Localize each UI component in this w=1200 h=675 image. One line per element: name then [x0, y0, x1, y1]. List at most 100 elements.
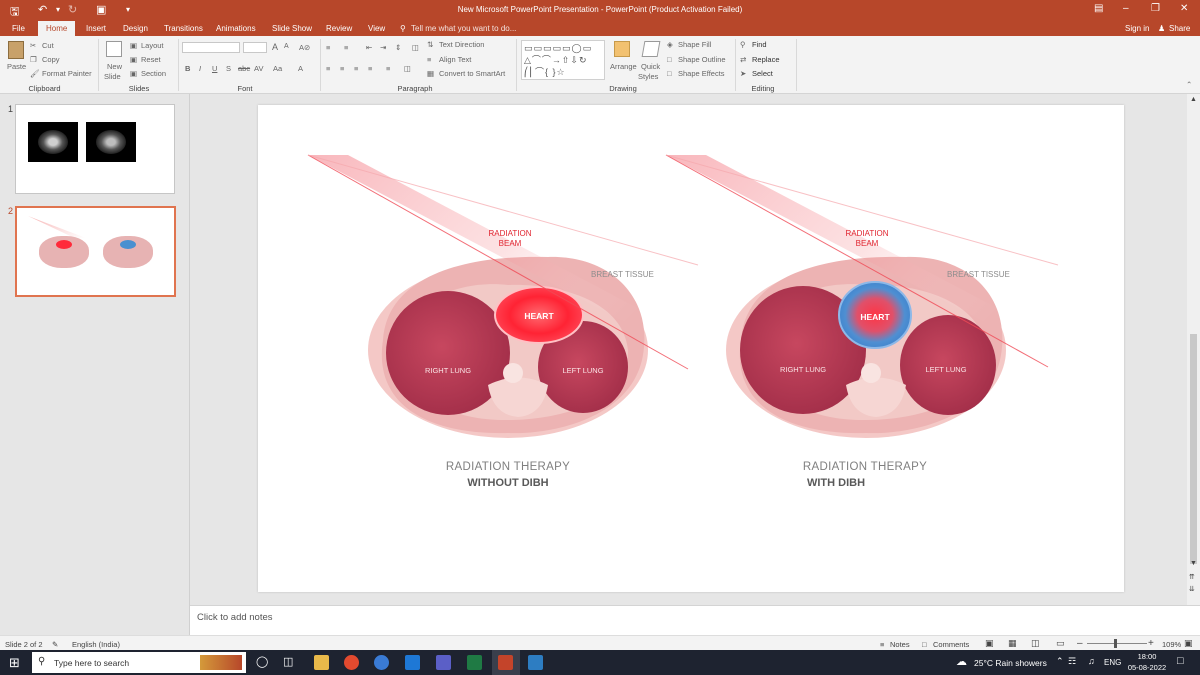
clock-date[interactable]: 05-08-2022 [1127, 663, 1167, 672]
arrange-icon[interactable] [614, 41, 630, 57]
distributed-icon[interactable]: ≡ [386, 64, 390, 73]
shape-effects-button[interactable]: Shape Effects [678, 69, 725, 78]
slide-thumbnail-1[interactable] [15, 104, 175, 194]
browser-icon[interactable] [374, 655, 389, 670]
smartart-icon[interactable]: ▦ [427, 69, 434, 78]
slide-thumbnail-2[interactable] [15, 206, 176, 297]
reset-icon[interactable]: ▣ [130, 55, 137, 64]
scroll-down-icon[interactable]: ▼ [1190, 560, 1197, 567]
select-button[interactable]: Select [752, 69, 773, 78]
weather-text[interactable]: 25°C Rain showers [974, 658, 1047, 668]
network-icon[interactable]: ☶ [1068, 656, 1076, 667]
task-view-icon[interactable]: ◫ [283, 655, 293, 668]
shape-fill-button[interactable]: Shape Fill [678, 40, 711, 49]
tab-file[interactable]: File [12, 24, 25, 33]
replace-button[interactable]: Replace [752, 55, 780, 64]
arrange-button[interactable]: Arrange [610, 62, 637, 71]
align-text-icon[interactable]: ≡ [427, 55, 431, 64]
quick-styles-label-2[interactable]: Styles [638, 72, 658, 81]
sign-in-link[interactable]: Sign in [1125, 24, 1149, 33]
quick-styles-label-1[interactable]: Quick [641, 62, 660, 71]
paste-button[interactable]: Paste [7, 62, 26, 71]
notes-placeholder[interactable]: Click to add notes [197, 612, 273, 623]
teams-icon[interactable] [436, 655, 451, 670]
notes-pane[interactable]: Click to add notes [190, 605, 1200, 635]
new-slide-icon[interactable] [106, 41, 122, 57]
text-direction-icon[interactable]: ⇅ [427, 40, 433, 49]
align-center-icon[interactable]: ≡ [340, 64, 344, 73]
cut-button[interactable]: Cut [42, 41, 54, 50]
photos-icon[interactable] [528, 655, 543, 670]
select-icon[interactable]: ➤ [740, 69, 746, 78]
tab-animations[interactable]: Animations [216, 24, 256, 33]
align-left-icon[interactable]: ≡ [326, 64, 330, 73]
text-direction-button[interactable]: Text Direction [439, 40, 484, 49]
tab-design[interactable]: Design [123, 24, 148, 33]
shape-effects-icon[interactable]: □ [667, 69, 672, 78]
scrollbar-thumb[interactable] [1190, 334, 1197, 564]
slideshow-icon[interactable]: ▭ [1056, 638, 1065, 649]
shapes-gallery[interactable]: ▭▭▭▭▭◯▭ △⌒⌒→⇧⇩↻ ⎛⎜⌒{ }☆ [521, 40, 605, 80]
line-spacing-icon[interactable]: ⇕ [395, 43, 401, 52]
change-case-icon[interactable]: Aa [273, 64, 282, 73]
new-slide-label-2[interactable]: Slide [104, 72, 121, 81]
columns-icon[interactable]: ◫ [412, 43, 419, 52]
layout-icon[interactable]: ▣ [130, 41, 137, 50]
input-language[interactable]: ENG [1104, 658, 1121, 667]
shadow-icon[interactable]: S [226, 64, 231, 73]
section-button[interactable]: Section [141, 69, 166, 78]
zoom-slider[interactable] [1087, 643, 1147, 644]
comments-button[interactable]: Comments [933, 640, 969, 649]
powerpoint-taskbar-active[interactable] [492, 650, 520, 675]
zoom-out-icon[interactable]: – [1077, 638, 1083, 649]
strikethrough-icon[interactable]: abc [238, 64, 250, 73]
copy-button[interactable]: Copy [42, 55, 60, 64]
scroll-up-icon[interactable]: ▲ [1190, 96, 1197, 103]
excel-icon[interactable] [467, 655, 482, 670]
chrome-icon[interactable] [344, 655, 359, 670]
numbering-icon[interactable]: ≡ [344, 43, 348, 52]
shape-outline-icon[interactable]: □ [667, 55, 672, 64]
close-icon[interactable]: ✕ [1180, 3, 1188, 14]
font-size-input[interactable] [243, 42, 267, 53]
ribbon-display-options-icon[interactable]: ▤ [1094, 3, 1103, 14]
slide-sorter-icon[interactable]: ▦ [1008, 638, 1017, 649]
tab-transitions[interactable]: Transitions [164, 24, 203, 33]
collapse-ribbon-icon[interactable]: ⌃ [1186, 80, 1192, 89]
find-button[interactable]: Find [752, 40, 767, 49]
copy-icon[interactable]: ❐ [30, 55, 37, 64]
decrease-font-icon[interactable]: A [284, 43, 289, 50]
clear-formatting-icon[interactable]: A⊘ [299, 43, 310, 52]
shape-outline-button[interactable]: Shape Outline [678, 55, 726, 64]
comments-icon[interactable]: □ [922, 640, 927, 649]
weather-icon[interactable]: ☁ [956, 655, 967, 668]
spell-check-icon[interactable]: ✎ [52, 640, 58, 649]
restore-icon[interactable]: ❐ [1151, 3, 1160, 14]
font-name-input[interactable] [182, 42, 240, 53]
zoom-level[interactable]: 109% [1162, 640, 1181, 649]
increase-indent-icon[interactable]: ⇥ [380, 43, 386, 52]
cut-icon[interactable]: ✂ [30, 41, 36, 50]
tab-view[interactable]: View [368, 24, 385, 33]
normal-view-icon[interactable]: ▣ [985, 638, 994, 649]
system-tray-chevron-icon[interactable]: ⌃ [1056, 656, 1064, 667]
underline-icon[interactable]: U [212, 64, 217, 73]
italic-icon[interactable]: I [199, 64, 201, 73]
clock-time[interactable]: 18:00 [1131, 652, 1163, 661]
columns-toggle-icon[interactable]: ◫ [404, 64, 411, 73]
format-painter-icon[interactable]: 🖌 [30, 69, 40, 78]
share-button[interactable]: Share [1169, 24, 1190, 33]
notification-center-icon[interactable]: □ [1177, 655, 1184, 667]
bold-icon[interactable]: B [185, 64, 190, 73]
convert-smartart-button[interactable]: Convert to SmartArt [439, 69, 505, 78]
quick-styles-icon[interactable] [641, 41, 661, 57]
previous-slide-icon[interactable]: ⇈ [1189, 573, 1195, 581]
format-painter-button[interactable]: Format Painter [42, 69, 92, 78]
tab-slide-show[interactable]: Slide Show [272, 24, 312, 33]
shape-fill-icon[interactable]: ◈ [667, 40, 673, 49]
tell-me-box[interactable]: Tell me what you want to do... [411, 24, 516, 33]
zoom-slider-thumb[interactable] [1114, 639, 1117, 648]
paste-icon[interactable] [8, 41, 24, 59]
windows-start-icon[interactable]: ⊞ [9, 655, 20, 671]
share-icon[interactable]: ♟ [1158, 24, 1165, 33]
